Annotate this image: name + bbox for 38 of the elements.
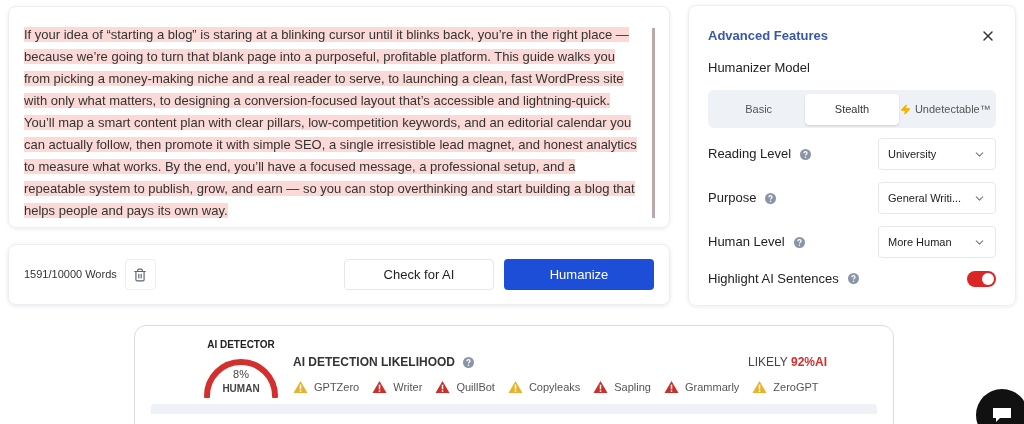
setting-label: Highlight AI Sentences [708, 270, 839, 288]
help-icon [463, 356, 474, 368]
panel-title: Advanced Features [708, 27, 828, 45]
checker-name: Grammarly [684, 380, 740, 395]
gauge-value: 8% [232, 367, 250, 382]
model-tab[interactable]: Undetectable™ [898, 93, 992, 125]
detector-title: AI DETECTOR [207, 338, 275, 352]
check-for-ai-button[interactable]: Check for AI [344, 259, 494, 290]
checker-name: GPTZero [314, 380, 360, 395]
scrollbar[interactable] [652, 28, 655, 218]
trash-icon [133, 267, 148, 282]
setting-label: Purpose [708, 189, 757, 208]
help-icon [800, 148, 812, 160]
checker-name: Copyleaks [528, 380, 581, 395]
help-icon [793, 236, 805, 248]
model-tab[interactable]: Stealth [805, 93, 899, 125]
humanize-button[interactable]: Humanize [504, 259, 654, 290]
help-icon [847, 273, 859, 285]
setting-dropdown[interactable]: General Writi... [878, 182, 996, 214]
gauge-label: HUMAN [221, 382, 261, 396]
checker-name: Writer [393, 380, 423, 395]
model-tab[interactable]: Basic [712, 93, 806, 125]
checker-name: ZeroGPT [773, 380, 819, 395]
verdict: LIKELY 92%AI [748, 354, 827, 371]
setting-label: Human Level [708, 233, 785, 252]
setting-dropdown[interactable]: University [878, 138, 996, 170]
setting-dropdown[interactable]: More Human [878, 226, 996, 258]
highlight-toggle[interactable] [967, 270, 996, 287]
model-label: Humanizer Model [708, 58, 811, 77]
likelihood-title: AI DETECTION LIKELIHOOD [293, 354, 455, 371]
editor-text[interactable]: If your idea of “starting a blog” is staring at a blinking cursor until it blinks back, you’re in the right place — because we’re going to turn that blank page into a purposeful, profitable platform. This guide walks you from picking a money-making niche and a real reader to serve, to launching a clean, fast WordPress site with only what matters, to designing a conversion-focused layout that’s accessible and lightning-quick. You’ll map a smart content plan with clear pillars, low-competition keywords, and an editorial calendar you can actually follow, then promote it with simple SEO, a single irresistible lead magnet, and honest analytics to measure what works. By the end, you’ll have a focused message, a professional setup, and a repeatable system to publish, grow, and earn — so you can stop overthinking and start building a blog that helps people and pays its own way. [24, 24, 640, 227]
setting-label: Reading Level [708, 145, 792, 164]
delete-button[interactable] [124, 259, 156, 290]
help-icon [765, 192, 777, 204]
chat-icon [992, 407, 1012, 423]
checker-name: Sapling [614, 380, 651, 395]
checker-name: QuillBot [456, 380, 495, 395]
word-count: 1591/10000 Words [24, 267, 117, 283]
